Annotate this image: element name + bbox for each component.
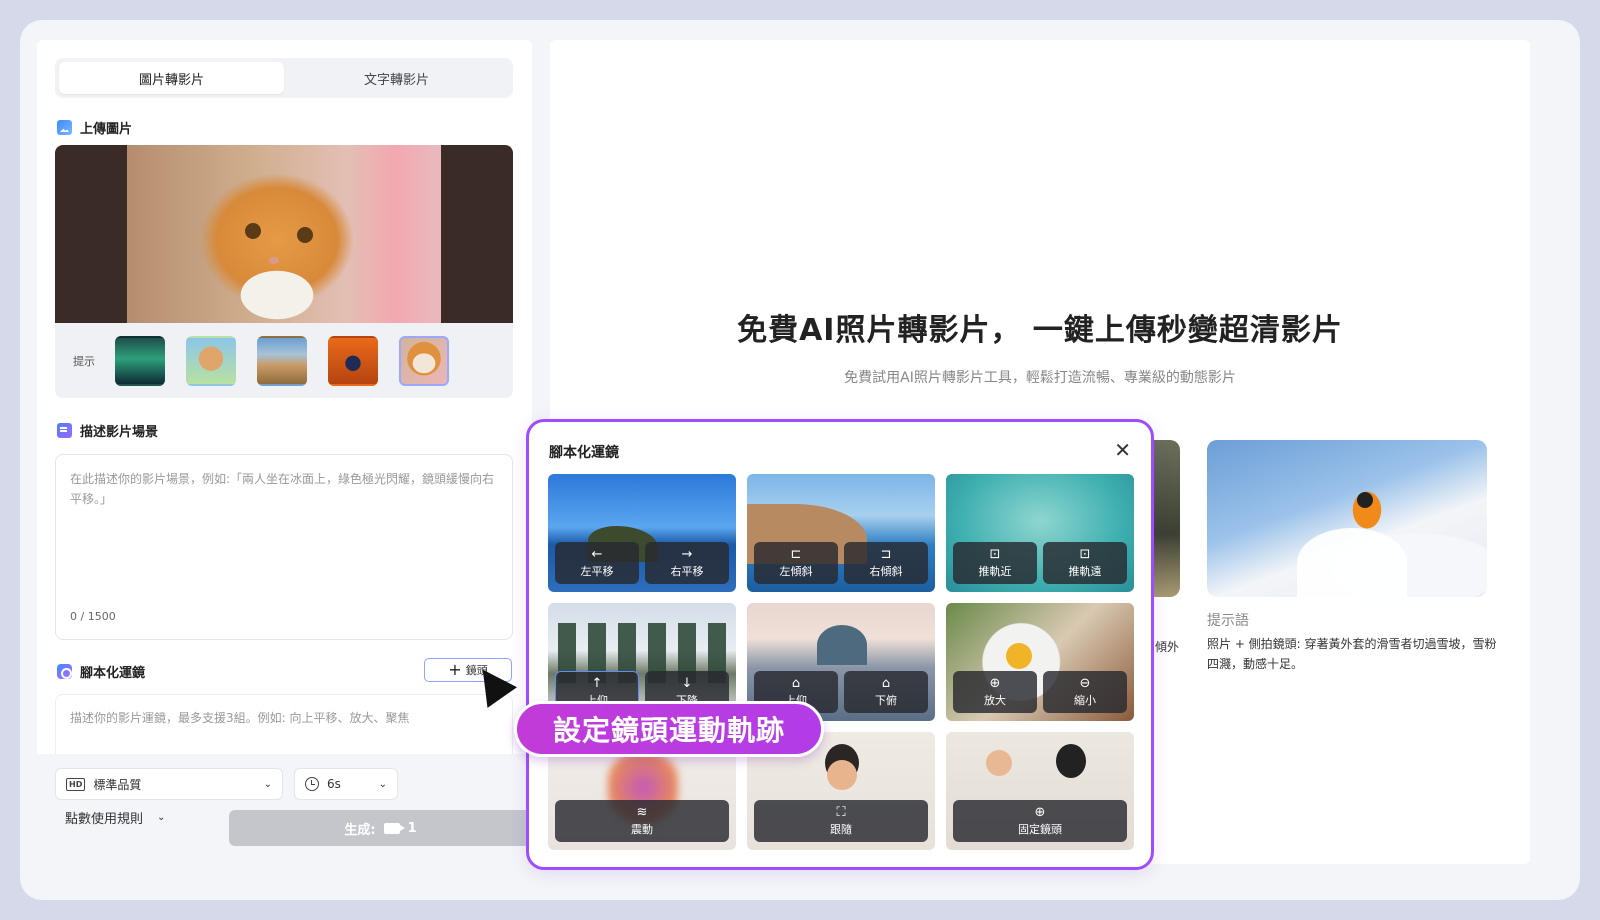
- hd-icon: HD: [66, 777, 86, 791]
- shake-icon: ≋: [636, 804, 648, 820]
- scene-section-title: 描述影片場景: [57, 421, 158, 440]
- chevron-down-icon: ⌄: [378, 778, 387, 790]
- tilt-left-icon: ⊏: [790, 546, 802, 562]
- sample-thumbnails: 提示: [55, 323, 513, 398]
- arrow-up-icon: ↑: [591, 675, 603, 691]
- chevron-down-icon: ⌄: [263, 778, 272, 790]
- example-description: 照片 + 側拍鏡頭: 穿著黃外套的滑雪者切過雪坡，雪粉四濺，動感十足。: [1207, 637, 1497, 671]
- credit-rules-dropdown[interactable]: 點數使用規則 ⌄: [65, 808, 165, 827]
- move-zoom-out[interactable]: ⊖ 縮小: [1043, 671, 1127, 713]
- move-tilt-down[interactable]: ⌂ 下俯: [844, 671, 928, 713]
- callout-banner: 設定鏡頭運動軌跡: [514, 701, 824, 757]
- camera-input[interactable]: 描述你的影片運鏡，最多支援3組。例如: 向上平移、放大、聚焦: [55, 694, 513, 754]
- tab-image-to-video[interactable]: 圖片轉影片: [59, 62, 284, 94]
- camera-moves-modal: 腳本化運鏡 ✕ ← 左平移 → 右平移 ⊏ 左傾斜 ⊐ 右傾斜 ⊡ 推軌近 ⊡ 推軌遠 ↑ 上…: [526, 419, 1154, 870]
- sample-thumb-aurora[interactable]: [115, 335, 165, 386]
- camera-placeholder: 描述你的影片運鏡，最多支援3組。例如: 向上平移、放大、聚焦: [70, 711, 410, 725]
- quality-select[interactable]: HD 標準品質 ⌄: [55, 768, 283, 800]
- example-card-peek: [1150, 440, 1180, 597]
- move-label: 放大: [984, 693, 1006, 707]
- video-icon: [383, 822, 405, 834]
- follow-icon: ⛶: [836, 804, 846, 820]
- chevron-down-icon: ⌄: [157, 812, 166, 823]
- left-panel: 圖片轉影片 文字轉影片 上傳圖片 提示 描述影片場景 在此描述你的影片場景，例如…: [37, 40, 532, 864]
- hint-label: 提示: [73, 354, 95, 368]
- camera-title: 腳本化運鏡: [80, 666, 146, 681]
- tab-text-to-video[interactable]: 文字轉影片: [284, 62, 509, 94]
- move-zoom-in[interactable]: ⊕ 放大: [953, 671, 1037, 713]
- clock-icon: [305, 777, 319, 791]
- scene-textarea[interactable]: 在此描述你的影片場景，例如:「兩人坐在冰面上，綠色極光閃耀，鏡頭緩慢向右平移。」…: [55, 454, 513, 640]
- crosshair-icon: ⊕: [1034, 804, 1046, 820]
- move-card-static[interactable]: ⊕ 固定鏡頭: [946, 732, 1134, 850]
- move-follow[interactable]: ⛶ 跟隨: [754, 800, 928, 842]
- dolly-out-icon: ⊡: [1079, 546, 1091, 562]
- sample-thumb-motorbike[interactable]: [257, 335, 307, 386]
- example-skier-image[interactable]: [1207, 440, 1487, 597]
- move-pan-left[interactable]: ← 左平移: [555, 542, 639, 584]
- generate-button[interactable]: 生成: 1: [229, 810, 532, 846]
- hero-title: 免費AI照片轉影片， 一鍵上傳秒變超清影片: [737, 313, 1343, 348]
- hero-subtitle: 免費試用AI照片轉影片工具，輕鬆打造流暢、專業級的動態影片: [844, 370, 1236, 386]
- scene-placeholder: 在此描述你的影片場景，例如:「兩人坐在冰面上，綠色極光閃耀，鏡頭緩慢向右平移。」: [70, 472, 495, 506]
- arrow-left-icon: ←: [591, 546, 603, 562]
- duration-value: 6s: [327, 777, 341, 791]
- generate-cost: 1: [407, 820, 417, 836]
- move-label: 左傾斜: [779, 564, 813, 578]
- modal-title: 腳本化運鏡: [549, 445, 619, 461]
- scene-title: 描述影片場景: [80, 425, 159, 440]
- image-icon: [57, 120, 72, 135]
- arrow-down-icon: ↓: [681, 675, 693, 691]
- move-card-zoom[interactable]: ⊕ 放大 ⊖ 縮小: [946, 603, 1134, 721]
- mode-tabs: 圖片轉影片 文字轉影片: [55, 58, 513, 98]
- move-card-tilt[interactable]: ⊏ 左傾斜 ⊐ 右傾斜: [747, 474, 935, 592]
- move-label: 縮小: [1074, 693, 1096, 707]
- quality-value: 標準品質: [93, 777, 142, 792]
- move-shake[interactable]: ≋ 震動: [555, 800, 729, 842]
- move-label: 震動: [631, 822, 653, 836]
- sample-thumb-chair[interactable]: [328, 336, 378, 386]
- move-label: 右平移: [670, 564, 704, 578]
- dolly-in-icon: ⊡: [989, 546, 1001, 562]
- move-label: 推軌近: [978, 564, 1012, 578]
- camera-section-title: 腳本化運鏡: [57, 662, 145, 681]
- move-label: 固定鏡頭: [1018, 822, 1062, 836]
- zoom-in-icon: ⊕: [989, 675, 1001, 691]
- sample-thumb-cat[interactable]: [399, 335, 449, 386]
- zoom-out-icon: ⊖: [1079, 675, 1091, 691]
- credit-rules-label: 點數使用規則: [65, 812, 144, 827]
- arrow-right-icon: →: [681, 546, 693, 562]
- move-label: 推軌遠: [1068, 564, 1102, 578]
- move-card-pan[interactable]: ← 左平移 → 右平移: [548, 474, 736, 592]
- example-label: 提示語: [1207, 613, 1249, 629]
- tilt-up-icon: ⌂: [791, 675, 801, 691]
- close-icon[interactable]: ✕: [1114, 440, 1131, 460]
- tilt-right-icon: ⊐: [880, 546, 892, 562]
- upload-section-title: 上傳圖片: [57, 118, 132, 137]
- move-label: 下俯: [875, 693, 897, 707]
- camera-icon: [57, 664, 72, 679]
- move-static[interactable]: ⊕ 固定鏡頭: [953, 800, 1127, 842]
- move-tilt-left[interactable]: ⊏ 左傾斜: [754, 542, 838, 584]
- move-label: 跟隨: [830, 822, 852, 836]
- peek-text: 傾外: [1155, 640, 1180, 654]
- move-pan-right[interactable]: → 右平移: [645, 542, 729, 584]
- move-label: 右傾斜: [869, 564, 903, 578]
- generate-label: 生成:: [344, 822, 376, 838]
- uploaded-photo: [55, 145, 513, 323]
- sample-thumb-toy[interactable]: [186, 336, 236, 386]
- move-label: 左平移: [580, 564, 614, 578]
- move-card-dolly[interactable]: ⊡ 推軌近 ⊡ 推軌遠: [946, 474, 1134, 592]
- move-dolly-in[interactable]: ⊡ 推軌近: [953, 542, 1037, 584]
- tilt-down-icon: ⌂: [881, 675, 891, 691]
- move-dolly-out[interactable]: ⊡ 推軌遠: [1043, 542, 1127, 584]
- edit-icon: [57, 423, 72, 438]
- plus-icon: +: [448, 660, 462, 679]
- duration-select[interactable]: 6s ⌄: [294, 768, 398, 800]
- char-counter: 0 / 1500: [70, 610, 116, 623]
- move-tilt-right[interactable]: ⊐ 右傾斜: [844, 542, 928, 584]
- upload-area[interactable]: 提示: [55, 145, 513, 398]
- upload-title: 上傳圖片: [80, 122, 133, 137]
